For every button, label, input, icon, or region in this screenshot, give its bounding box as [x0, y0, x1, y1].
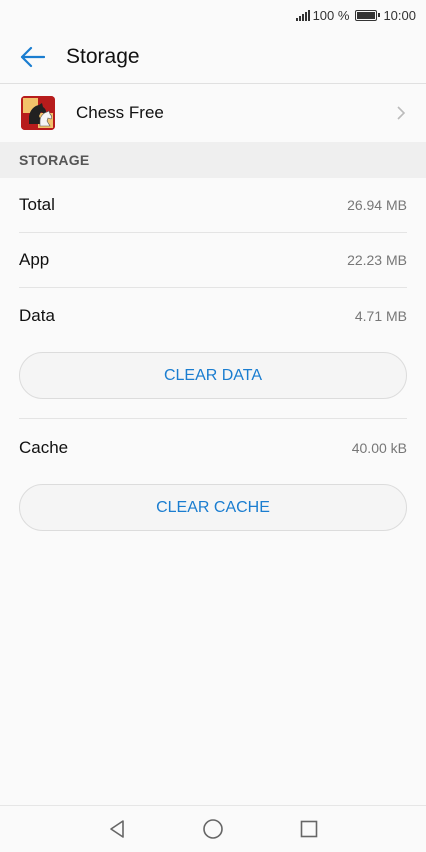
status-bar: 100 % 10:00	[0, 0, 426, 30]
nav-home-button[interactable]	[201, 817, 225, 841]
circle-home-icon	[203, 819, 223, 839]
battery-icon	[355, 9, 381, 21]
page-title: Storage	[66, 44, 140, 68]
clear-data-button[interactable]: CLEAR DATA	[19, 352, 407, 399]
row-data: Data 4.71 MB	[19, 288, 407, 343]
signal-icon	[295, 9, 310, 21]
nav-recents-button[interactable]	[297, 817, 321, 841]
row-data-label: Data	[19, 305, 55, 325]
row-data-value: 4.71 MB	[354, 307, 407, 324]
row-total-label: Total	[19, 195, 55, 214]
navigation-bar	[0, 805, 426, 852]
clear-cache-button[interactable]: CLEAR CACHE	[19, 484, 407, 531]
nav-back-button[interactable]	[105, 817, 129, 841]
square-recents-icon	[300, 820, 318, 838]
clock: 10:00	[383, 7, 416, 23]
battery-percent: 100 %	[312, 7, 350, 23]
row-cache: Cache 40.00 kB	[19, 420, 407, 475]
section-heading-storage: STORAGE	[0, 142, 426, 178]
row-total: Total 26.94 MB	[19, 178, 407, 233]
arrow-left-icon	[20, 46, 45, 67]
app-bar: Storage	[0, 30, 426, 84]
row-app: App 22.23 MB	[19, 233, 407, 288]
triangle-back-icon	[110, 820, 124, 838]
row-cache-value: 40.00 kB	[351, 439, 407, 456]
app-info-row[interactable]: Chess Free	[0, 86, 426, 140]
row-total-value: 26.94 MB	[347, 197, 407, 213]
chevron-right-icon	[397, 106, 406, 120]
divider	[19, 418, 407, 419]
row-app-value: 22.23 MB	[347, 252, 407, 268]
row-app-label: App	[19, 250, 50, 269]
app-name: Chess Free	[76, 103, 164, 122]
back-button[interactable]	[0, 30, 64, 84]
chess-app-icon	[21, 96, 55, 130]
row-cache-label: Cache	[19, 437, 69, 457]
